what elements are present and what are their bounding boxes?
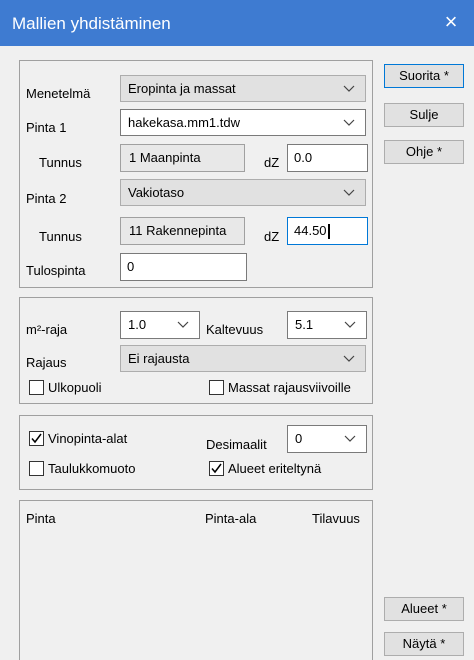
- tunnus1-field: 1 Maanpinta: [120, 144, 245, 172]
- tulospinta-label: Tulospinta: [26, 263, 86, 278]
- chevron-down-icon: [177, 312, 191, 338]
- column-header-pinta-ala: Pinta-ala: [205, 511, 257, 526]
- tunnus1-label: Tunnus: [39, 155, 82, 170]
- chevron-down-icon: [344, 426, 358, 452]
- checkbox-box: [209, 461, 224, 476]
- pinta1-dropdown[interactable]: hakekasa.mm1.tdw: [120, 109, 366, 136]
- ohje-button[interactable]: Ohje *: [384, 140, 464, 164]
- text-caret: [327, 224, 330, 240]
- check-icon: [31, 433, 42, 444]
- check-icon: [211, 463, 222, 474]
- column-header-tilavuus: Tilavuus: [312, 511, 360, 526]
- chevron-down-icon: [343, 110, 357, 135]
- rajaus-dropdown[interactable]: Ei rajausta: [120, 345, 366, 372]
- chevron-down-icon: [343, 76, 357, 101]
- tulospinta-input[interactable]: 0: [120, 253, 247, 281]
- checkbox-box: [29, 431, 44, 446]
- pinta1-value: hakekasa.mm1.tdw: [128, 115, 240, 130]
- tunnus2-label: Tunnus: [39, 229, 82, 244]
- menetelma-value: Eropinta ja massat: [128, 81, 236, 96]
- menetelma-dropdown[interactable]: Eropinta ja massat: [120, 75, 366, 102]
- suorita-button[interactable]: Suorita *: [384, 64, 464, 88]
- taulukko-label: Taulukkomuoto: [48, 461, 136, 476]
- column-header-pinta: Pinta: [26, 511, 56, 526]
- title-bar: Mallien yhdistäminen ×: [0, 0, 474, 46]
- desimaalit-value: 0: [295, 431, 303, 446]
- dz1-input[interactable]: 0.0: [287, 144, 368, 172]
- dz2-value: 44.50: [294, 223, 327, 238]
- tunnus2-field: 11 Rakennepinta: [120, 217, 245, 245]
- rajaus-label: Rajaus: [26, 355, 67, 370]
- sulje-button[interactable]: Sulje: [384, 103, 464, 127]
- checkbox-box: [209, 380, 224, 395]
- kaltevuus-dropdown[interactable]: 5.1: [287, 311, 367, 339]
- vinopinta-label: Vinopinta-alat: [48, 431, 128, 446]
- pinta2-dropdown[interactable]: Vakiotaso: [120, 179, 366, 206]
- pinta2-label: Pinta 2: [26, 191, 67, 206]
- dz1-label: dZ: [264, 155, 280, 170]
- pinta1-label: Pinta 1: [26, 120, 67, 135]
- menetelma-label: Menetelmä: [26, 86, 91, 101]
- window-title: Mallien yhdistäminen: [12, 14, 171, 33]
- dz2-label: dZ: [264, 229, 280, 244]
- checkbox-box: [29, 380, 44, 395]
- desimaalit-label: Desimaalit: [206, 437, 267, 452]
- m2raja-value: 1.0: [128, 317, 147, 332]
- dz2-input[interactable]: 44.50: [287, 217, 368, 245]
- alueet-button[interactable]: Alueet *: [384, 597, 464, 621]
- desimaalit-dropdown[interactable]: 0: [287, 425, 367, 453]
- m2raja-label: m²-raja: [26, 322, 68, 337]
- chevron-down-icon: [343, 346, 357, 371]
- m2raja-dropdown[interactable]: 1.0: [120, 311, 200, 339]
- kaltevuus-value: 5.1: [295, 317, 314, 332]
- alueet-eriteltyna-label: Alueet eriteltynä: [228, 461, 322, 476]
- nayta-button[interactable]: Näytä *: [384, 632, 464, 656]
- kaltevuus-label: Kaltevuus: [206, 322, 264, 337]
- pinta2-value: Vakiotaso: [128, 185, 185, 200]
- chevron-down-icon: [343, 180, 357, 205]
- close-icon[interactable]: ×: [428, 0, 474, 46]
- checkbox-box: [29, 461, 44, 476]
- ulkopuoli-label: Ulkopuoli: [48, 380, 102, 395]
- chevron-down-icon: [344, 312, 358, 338]
- massat-label: Massat rajausviivoille: [228, 380, 351, 395]
- rajaus-value: Ei rajausta: [128, 351, 190, 366]
